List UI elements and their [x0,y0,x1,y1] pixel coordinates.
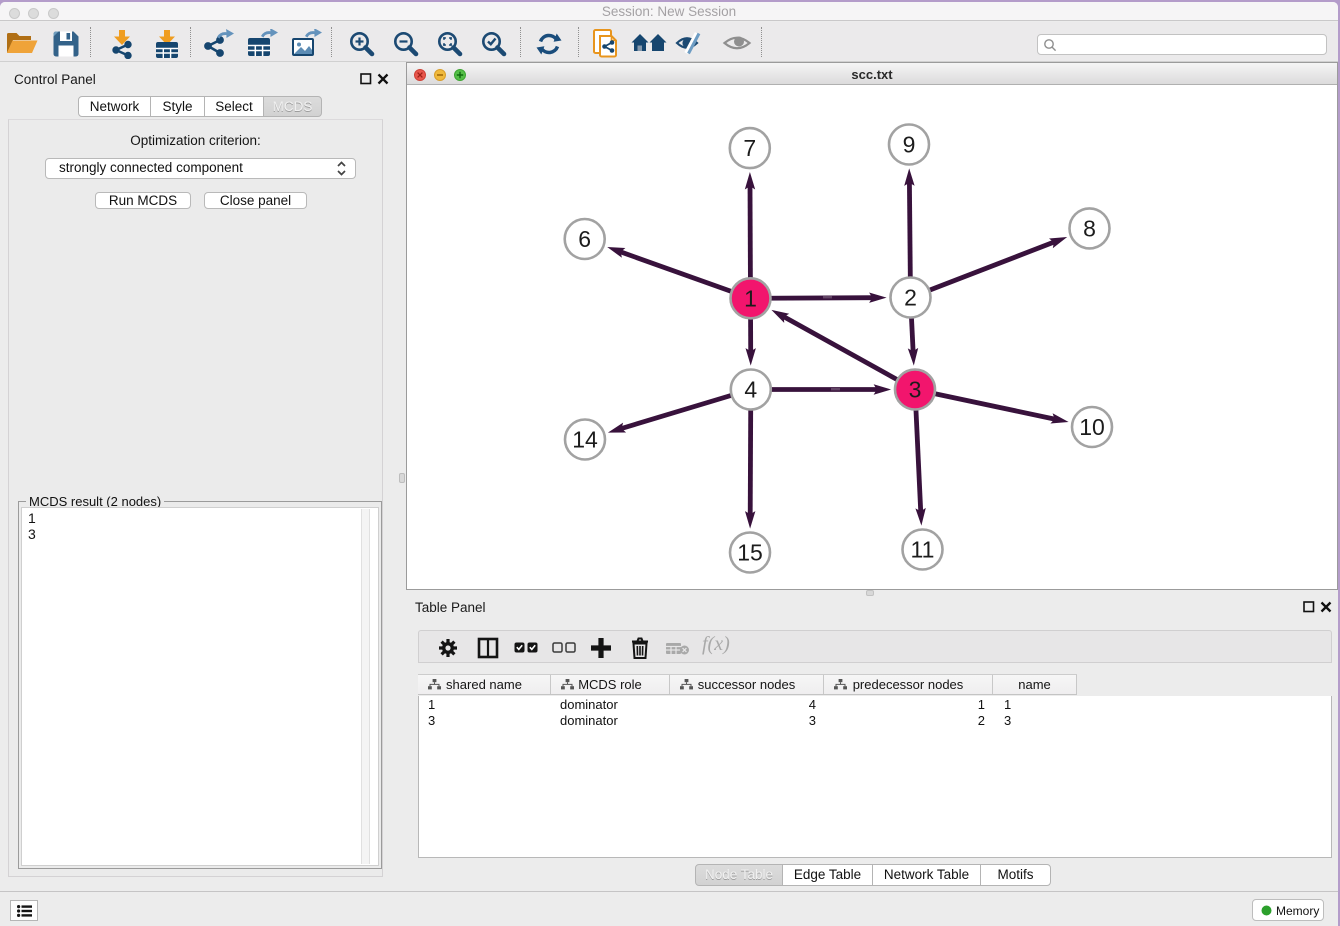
svg-text:4: 4 [744,377,757,403]
svg-text:10: 10 [1079,414,1105,440]
svg-text:3: 3 [909,377,922,403]
svg-text:14: 14 [572,427,598,453]
svg-text:1: 1 [744,285,757,311]
svg-text:2: 2 [904,285,917,311]
svg-text:8: 8 [1083,215,1096,241]
svg-text:6: 6 [578,226,591,252]
svg-text:15: 15 [737,540,763,566]
svg-text:7: 7 [743,135,756,161]
svg-text:9: 9 [903,132,916,158]
svg-text:11: 11 [911,537,935,563]
